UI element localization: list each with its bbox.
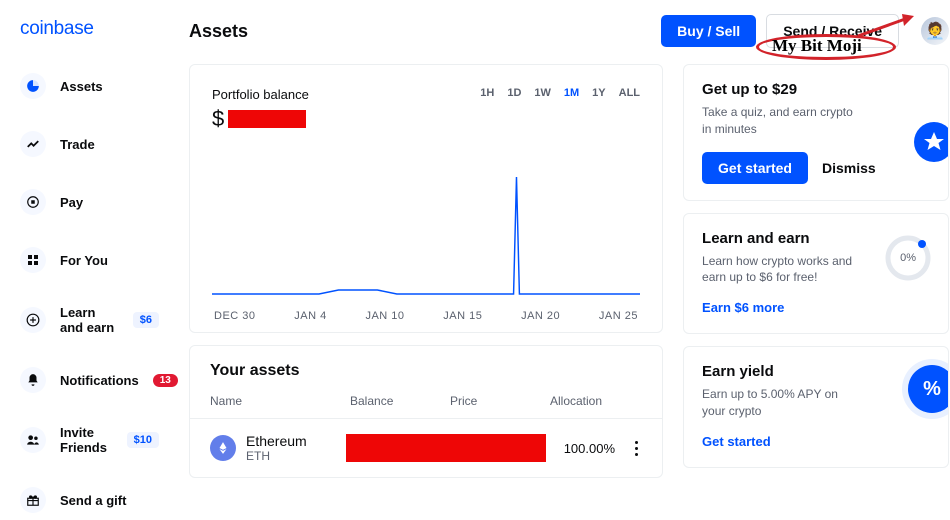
trend-icon [20, 131, 46, 157]
progress-value: 0% [900, 252, 916, 264]
sidebar-item-pay[interactable]: Pay [14, 182, 165, 222]
sidebar-item-label: Invite Friends [60, 425, 113, 455]
grid-icon [20, 247, 46, 273]
dismiss-button[interactable]: Dismiss [822, 160, 876, 176]
yield-get-started-link[interactable]: Get started [702, 434, 771, 449]
star-icon [912, 119, 949, 165]
plus-circle-icon [20, 307, 46, 333]
page-title: Assets [189, 21, 248, 42]
promo-body: Earn up to 5.00% APY on your crypto [702, 386, 862, 420]
assets-card: Your assets Name Balance Price Allocatio… [189, 345, 663, 478]
x-tick: JAN 20 [521, 310, 560, 322]
progress-ring-icon: 0% [884, 234, 932, 282]
table-row[interactable]: Ethereum ETH 100.00% [190, 419, 662, 477]
col-balance: Balance [350, 394, 450, 408]
range-all[interactable]: ALL [619, 87, 640, 99]
ethereum-icon [210, 435, 236, 461]
sidebar: coinbase Assets Trade Pay For You [0, 0, 175, 500]
x-tick: JAN 25 [599, 310, 638, 322]
gift-icon [20, 487, 46, 513]
promo-learn-card: Learn and earn Learn how crypto works an… [683, 213, 949, 335]
asset-allocation: 100.00% [564, 441, 631, 456]
asset-values-redacted [346, 434, 546, 462]
col-name: Name [210, 394, 350, 408]
sidebar-item-trade[interactable]: Trade [14, 124, 165, 164]
sidebar-item-foryou[interactable]: For You [14, 240, 165, 280]
asset-name: Ethereum [246, 433, 346, 449]
invite-badge: $10 [127, 432, 159, 448]
x-tick: DEC 30 [214, 310, 256, 322]
x-tick: JAN 4 [294, 310, 326, 322]
range-1d[interactable]: 1D [507, 87, 521, 99]
buy-sell-button[interactable]: Buy / Sell [661, 15, 756, 47]
sidebar-item-label: Trade [60, 137, 95, 152]
sidebar-item-label: Notifications [60, 373, 139, 388]
quiz-get-started-button[interactable]: Get started [702, 152, 808, 184]
learn-link[interactable]: Earn $6 more [702, 300, 784, 315]
x-tick: JAN 15 [443, 310, 482, 322]
range-1h[interactable]: 1H [480, 87, 494, 99]
promo-body: Take a quiz, and earn crypto in minutes [702, 104, 862, 138]
balance-redacted [228, 110, 306, 128]
range-1m[interactable]: 1M [564, 87, 579, 99]
promo-title: Earn yield [702, 363, 930, 380]
portfolio-label: Portfolio balance [212, 87, 309, 102]
sidebar-item-label: Learn and earn [60, 305, 119, 335]
brand-logo[interactable]: coinbase [14, 18, 165, 40]
bell-icon [20, 367, 46, 393]
col-allocation: Allocation [550, 394, 642, 408]
portfolio-card: Portfolio balance $ 1H 1D 1W 1M 1Y [189, 64, 663, 333]
col-price: Price [450, 394, 550, 408]
sidebar-item-label: Send a gift [60, 493, 126, 508]
sidebar-item-notifications[interactable]: Notifications 13 [14, 360, 165, 400]
sidebar-item-label: For You [60, 253, 108, 268]
promo-title: Get up to $29 [702, 81, 930, 98]
pie-icon [20, 73, 46, 99]
promo-quiz-card: Get up to $29 Take a quiz, and earn cryp… [683, 64, 949, 201]
assets-title: Your assets [190, 362, 662, 394]
row-menu-button[interactable] [631, 437, 642, 460]
x-tick: JAN 10 [365, 310, 404, 322]
people-icon [20, 427, 46, 453]
avatar[interactable]: 🧑‍💼 [921, 17, 949, 45]
asset-symbol: ETH [246, 449, 346, 463]
chart-x-axis: DEC 30 JAN 4 JAN 10 JAN 15 JAN 20 JAN 25 [212, 302, 640, 322]
percent-icon: % [908, 365, 949, 413]
currency-symbol: $ [212, 106, 224, 132]
sidebar-item-label: Assets [60, 79, 103, 94]
promo-body: Learn how crypto works and earn up to $6… [702, 253, 862, 287]
chart-range-selector: 1H 1D 1W 1M 1Y ALL [480, 87, 640, 99]
sidebar-item-assets[interactable]: Assets [14, 66, 165, 106]
range-1y[interactable]: 1Y [592, 87, 605, 99]
send-receive-button[interactable]: Send / Receive [766, 14, 899, 48]
portfolio-chart [212, 172, 640, 302]
learn-badge: $6 [133, 312, 159, 328]
range-1w[interactable]: 1W [534, 87, 551, 99]
sidebar-item-learn[interactable]: Learn and earn $6 [14, 298, 165, 342]
topbar: Assets Buy / Sell Send / Receive 🧑‍💼 [175, 0, 950, 58]
sidebar-item-invite[interactable]: Invite Friends $10 [14, 418, 165, 462]
main-content: Assets Buy / Sell Send / Receive 🧑‍💼 Por… [175, 0, 950, 500]
promo-yield-card: Earn yield Earn up to 5.00% APY on your … [683, 346, 949, 468]
coin-icon [20, 189, 46, 215]
sidebar-item-gift[interactable]: Send a gift [14, 480, 165, 520]
sidebar-item-label: Pay [60, 195, 83, 210]
